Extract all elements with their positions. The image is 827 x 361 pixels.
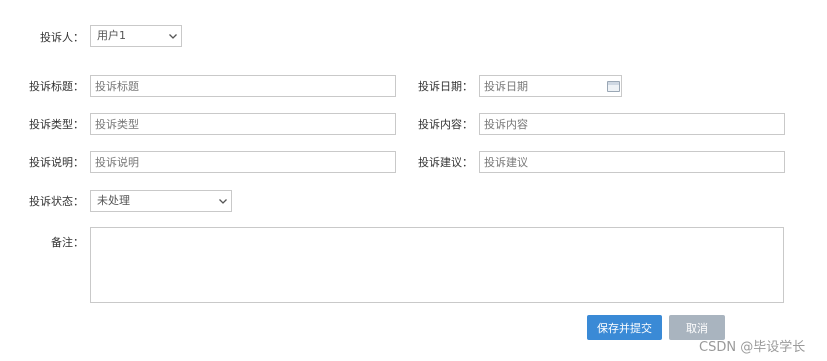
calendar-icon[interactable]	[607, 81, 620, 92]
date-input[interactable]	[479, 75, 622, 97]
title-input[interactable]	[90, 75, 396, 97]
status-select[interactable]: 未处理	[90, 190, 232, 212]
remark-textarea[interactable]	[90, 227, 784, 303]
suggestion-label: 投诉建议：	[418, 156, 473, 169]
suggestion-input[interactable]	[479, 151, 785, 173]
content-input[interactable]	[479, 113, 785, 135]
watermark-text: CSDN @毕设学长	[699, 340, 806, 355]
complainant-label: 投诉人：	[40, 31, 84, 44]
complainant-select[interactable]: 用户1	[90, 25, 182, 47]
submit-button[interactable]: 保存并提交	[587, 315, 662, 340]
complainant-select-value: 用户1	[97, 29, 126, 42]
description-label: 投诉说明：	[29, 156, 84, 169]
title-label: 投诉标题：	[29, 80, 84, 93]
type-label: 投诉类型：	[29, 118, 84, 131]
status-label: 投诉状态：	[29, 195, 84, 208]
status-select-value: 未处理	[97, 194, 130, 207]
chevron-down-icon	[219, 199, 227, 204]
chevron-down-icon	[169, 34, 177, 39]
remark-label: 备注：	[51, 236, 84, 249]
description-input[interactable]	[90, 151, 396, 173]
content-label: 投诉内容：	[418, 118, 473, 131]
type-input[interactable]	[90, 113, 396, 135]
date-label: 投诉日期：	[418, 80, 473, 93]
